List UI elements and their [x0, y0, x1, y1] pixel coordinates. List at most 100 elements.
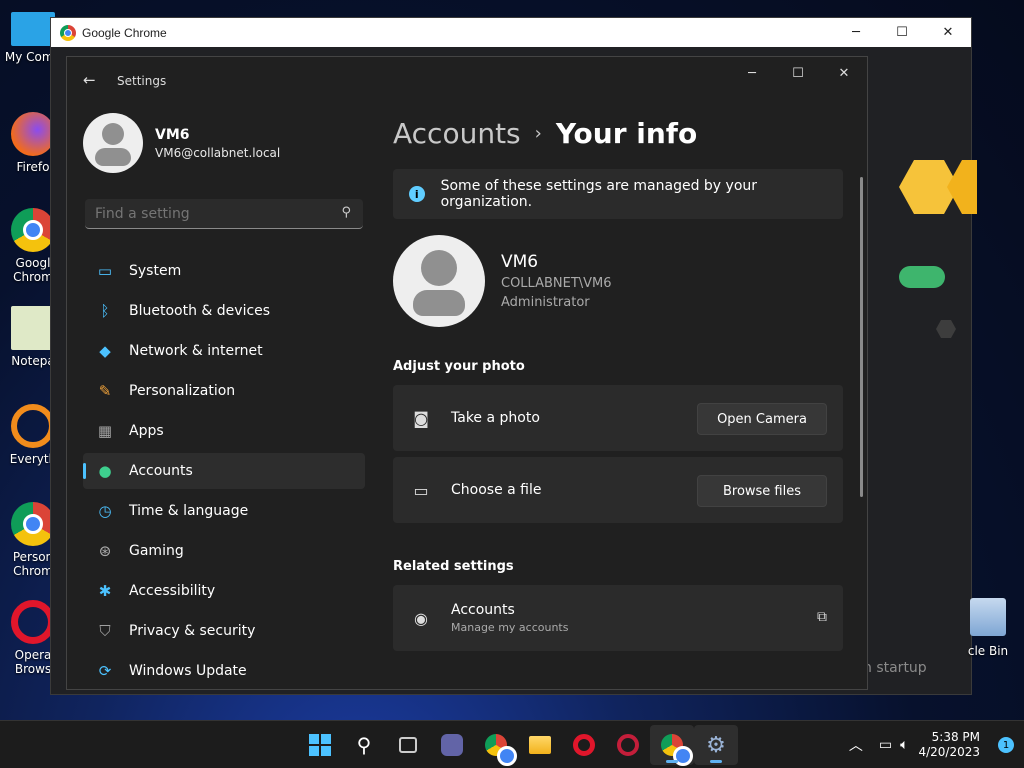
chrome-icon	[661, 734, 693, 766]
clock-date: 4/20/2023	[918, 745, 980, 759]
chrome-titlebar[interactable]: Google Chrome ─ ☐ ✕	[51, 18, 971, 47]
settings-taskbar-button[interactable]: ⚙	[694, 725, 738, 765]
chrome-icon	[485, 734, 517, 766]
account-domain-user: COLLABNET\VM6	[501, 276, 612, 291]
breadcrumb: Accounts › Your info	[393, 117, 697, 150]
clock[interactable]: 5:38 PM 4/20/2023	[918, 730, 980, 760]
task-view-icon	[399, 737, 417, 753]
opera-gx-button[interactable]	[606, 725, 650, 765]
desktop-app-icon	[11, 208, 55, 252]
settings-title: Settings	[117, 74, 167, 88]
desktop-icon-label: Person Chrom	[12, 550, 54, 578]
sidebar-item-label: Privacy & security	[129, 623, 256, 639]
info-icon: i	[409, 186, 425, 202]
profile-header[interactable]: VM6 VM6@collabnet.local	[83, 113, 280, 173]
breadcrumb-chevron-icon: ›	[534, 123, 542, 144]
account-name: VM6	[501, 252, 539, 272]
sidebar-item-label: Apps	[129, 423, 164, 439]
search-box[interactable]: ⚲	[85, 199, 363, 229]
camera-icon: ◙	[413, 408, 429, 428]
search-input[interactable]	[95, 205, 325, 222]
desktop-app-icon	[11, 600, 55, 644]
search-icon: ⚲	[356, 733, 372, 757]
teams-icon	[441, 734, 463, 756]
chevron-up-icon[interactable]: ︿	[849, 735, 863, 755]
folder-icon	[529, 736, 551, 754]
chrome-taskbar-button[interactable]	[474, 725, 518, 766]
system-icon: ▭	[97, 262, 113, 280]
adjust-photo-heading: Adjust your photo	[393, 359, 525, 374]
related-accounts-subtitle: Manage my accounts	[451, 621, 569, 634]
related-settings-heading: Related settings	[393, 559, 514, 574]
chrome-profile-taskbar-button[interactable]	[650, 725, 694, 766]
recycle-bin-icon	[970, 598, 1006, 636]
sidebar-item-gaming[interactable]: ⊛ Gaming	[83, 533, 365, 569]
external-link-icon: ⧉	[817, 609, 827, 625]
chrome-minimize-button[interactable]: ─	[833, 18, 879, 47]
chrome-maximize-button[interactable]: ☐	[879, 18, 925, 47]
startup-text: n startup	[863, 660, 927, 676]
file-explorer-button[interactable]	[518, 725, 562, 765]
desktop-icon-label: Firefo	[16, 160, 50, 174]
sidebar-item-privacy-security[interactable]: ⛉ Privacy & security	[83, 613, 365, 649]
info-banner: i Some of these settings are managed by …	[393, 169, 843, 219]
sidebar-item-bluetooth-devices[interactable]: ᛒ Bluetooth & devices	[83, 293, 365, 329]
teams-button[interactable]	[430, 725, 474, 765]
clock-globe-icon: ◷	[98, 502, 112, 520]
opera-button[interactable]	[562, 725, 606, 765]
recycle-bin[interactable]: cle Bin	[952, 598, 1024, 658]
scrollbar[interactable]	[860, 177, 863, 497]
chrome-close-button[interactable]: ✕	[925, 18, 971, 47]
brush-icon: ✎	[98, 382, 112, 400]
task-view-button[interactable]	[386, 725, 430, 765]
sidebar-item-apps[interactable]: ▦ Apps	[83, 413, 365, 449]
back-arrow-icon[interactable]: ←	[83, 71, 96, 89]
sidebar-item-network-internet[interactable]: ◆ Network & internet	[83, 333, 365, 369]
sidebar-item-label: Gaming	[129, 543, 184, 559]
sidebar-item-accessibility[interactable]: ✱ Accessibility	[83, 573, 365, 609]
sidebar-nav: ▭ System ᛒ Bluetooth & devices ◆ Network & in…	[83, 253, 365, 689]
sidebar-item-time-language[interactable]: ◷ Time & language	[83, 493, 365, 529]
network-icon[interactable]: ▭	[879, 737, 892, 753]
sidebar-item-label: Time & language	[129, 503, 249, 519]
opera-gx-icon	[617, 734, 639, 756]
sidebar-item-label: Bluetooth & devices	[129, 303, 271, 319]
sidebar-item-system[interactable]: ▭ System	[83, 253, 365, 289]
start-button[interactable]	[298, 725, 342, 765]
hexagon-dot-graphic	[936, 320, 956, 338]
browse-files-button[interactable]: Browse files	[697, 475, 827, 507]
sidebar-item-label: Personalization	[129, 383, 236, 399]
sidebar-item-accounts[interactable]: ● Accounts	[83, 453, 365, 489]
settings-maximize-button[interactable]: ☐	[775, 57, 821, 89]
desktop-app-icon	[11, 306, 55, 350]
desktop-icon-label: Opera Brows	[14, 648, 52, 676]
accessibility-icon: ✱	[98, 582, 112, 600]
open-camera-button[interactable]: Open Camera	[697, 403, 827, 435]
page-title: Your info	[555, 117, 698, 150]
search-taskbar-button[interactable]: ⚲	[342, 725, 386, 765]
breadcrumb-parent[interactable]: Accounts	[393, 117, 521, 150]
chrome-logo-icon	[60, 24, 76, 41]
apps-icon: ▦	[97, 422, 113, 440]
settings-titlebar[interactable]: ← Settings ─ ☐ ✕	[67, 57, 867, 93]
sidebar-item-label: System	[129, 263, 182, 279]
hexagon-graphic-accent	[947, 160, 977, 214]
settings-minimize-button[interactable]: ─	[729, 57, 775, 89]
recycle-bin-label: cle Bin	[967, 644, 1009, 658]
account-role: Administrator	[501, 295, 590, 310]
sidebar-item-windows-update[interactable]: ⟳ Windows Update	[83, 653, 365, 689]
sidebar-item-personalization[interactable]: ✎ Personalization	[83, 373, 365, 409]
search-icon[interactable]: ⚲	[341, 205, 351, 220]
sidebar-item-label: Accessibility	[129, 583, 216, 599]
related-accounts-title: Accounts	[451, 602, 515, 618]
notification-badge[interactable]: 1	[998, 737, 1014, 753]
related-accounts-link[interactable]: ◉ Accounts Manage my accounts ⧉	[393, 585, 843, 651]
gamepad-icon: ⊛	[98, 542, 112, 560]
folder-icon: ▭	[413, 480, 429, 500]
toggle-graphic	[899, 266, 945, 288]
avatar	[83, 113, 143, 173]
profile-name: VM6	[155, 126, 190, 143]
person-circle-icon: ◉	[414, 608, 428, 628]
volume-icon[interactable]: 🔈︎	[900, 737, 908, 753]
settings-close-button[interactable]: ✕	[821, 57, 867, 89]
